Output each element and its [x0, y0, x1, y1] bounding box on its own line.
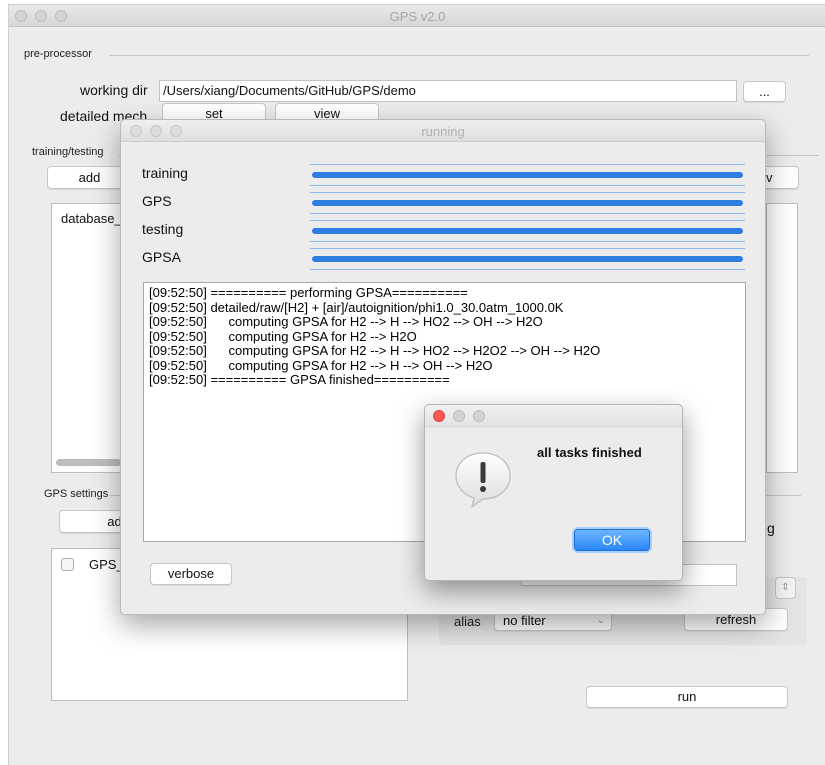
- progress-label-testing: testing: [142, 221, 184, 237]
- alert-dialog: all tasks finished OK: [424, 404, 683, 581]
- working-dir-label: working dir: [80, 82, 148, 98]
- log-line: [09:52:50] ========== GPSA finished=====…: [149, 372, 450, 387]
- preprocessor-group-label: pre-processor: [24, 48, 94, 60]
- log-line: [09:52:50] computing GPSA for H2 --> H -…: [149, 343, 601, 358]
- alias-label: alias: [454, 614, 481, 629]
- running-titlebar: running: [121, 120, 765, 142]
- exclamation-speech-icon: [453, 449, 513, 509]
- training-list-right[interactable]: [766, 203, 798, 473]
- progress-bar-testing: [310, 220, 745, 242]
- horizontal-scrollbar[interactable]: [56, 459, 121, 466]
- run-button[interactable]: run: [586, 686, 788, 708]
- verbose-button[interactable]: verbose: [150, 563, 232, 585]
- alias-select-value: no filter: [503, 613, 546, 628]
- list-item[interactable]: database_: [61, 211, 122, 226]
- progress-label-gpsa: GPSA: [142, 249, 181, 265]
- log-line: [09:52:50] ========== performing GPSA===…: [149, 285, 468, 300]
- dialog-message: all tasks finished: [537, 445, 642, 460]
- gps-settings-group-label: GPS settings: [44, 488, 111, 500]
- running-title: running: [421, 124, 465, 139]
- gps-right-label: g: [767, 520, 775, 536]
- progress-label-gps: GPS: [142, 193, 172, 209]
- gps-checkbox[interactable]: [61, 558, 74, 571]
- preprocessor-divider: [109, 55, 809, 56]
- dialog-titlebar: [425, 405, 682, 427]
- working-dir-input[interactable]: /Users/xiang/Documents/GitHub/GPS/demo: [159, 80, 737, 102]
- progress-bar-gps: [310, 192, 745, 214]
- close-light-icon[interactable]: [433, 410, 445, 422]
- minimize-light-icon: [453, 410, 465, 422]
- log-line: [09:52:50] detailed/raw/[H2] + [air]/aut…: [149, 299, 564, 315]
- browse-button[interactable]: ...: [743, 81, 786, 102]
- progress-label-training: training: [142, 165, 188, 181]
- log-line: [09:52:50] computing GPSA for H2 --> H2O: [149, 328, 417, 344]
- progress-bar-training: [310, 164, 745, 186]
- log-line: [09:52:50] computing GPSA for H2 --> H -…: [149, 357, 493, 373]
- zoom-light-icon: [473, 410, 485, 422]
- progress-bar-gpsa: [310, 248, 745, 270]
- list-item[interactable]: GPS_: [89, 557, 124, 572]
- main-titlebar: GPS v2.0: [9, 5, 825, 27]
- stepper-icon[interactable]: ⇕: [775, 577, 796, 599]
- window-title: GPS v2.0: [389, 9, 446, 24]
- ok-button[interactable]: OK: [574, 529, 650, 551]
- training-list-left[interactable]: database_: [51, 203, 127, 473]
- log-line: [09:52:50] computing GPSA for H2 --> H -…: [149, 314, 543, 329]
- training-group-label: training/testing: [32, 146, 106, 158]
